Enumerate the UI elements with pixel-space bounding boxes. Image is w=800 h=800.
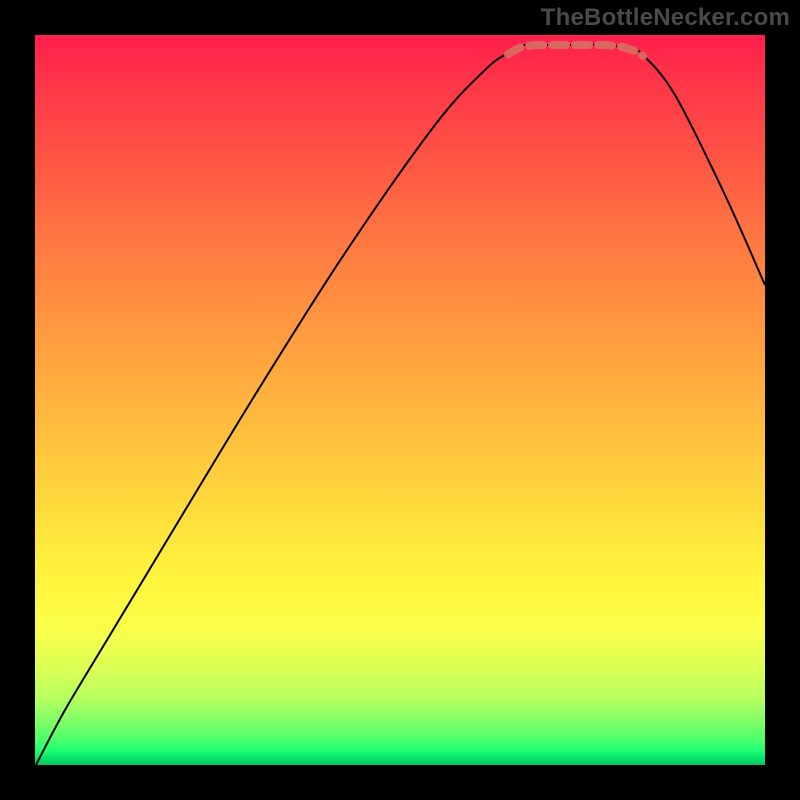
chart-svg xyxy=(35,35,765,765)
bottleneck-curve xyxy=(36,44,765,765)
watermark-text: TheBottleNecker.com xyxy=(541,4,790,32)
chart-frame: TheBottleNecker.com xyxy=(0,0,800,800)
highlight-segment xyxy=(508,45,643,56)
plot-area xyxy=(35,35,765,765)
